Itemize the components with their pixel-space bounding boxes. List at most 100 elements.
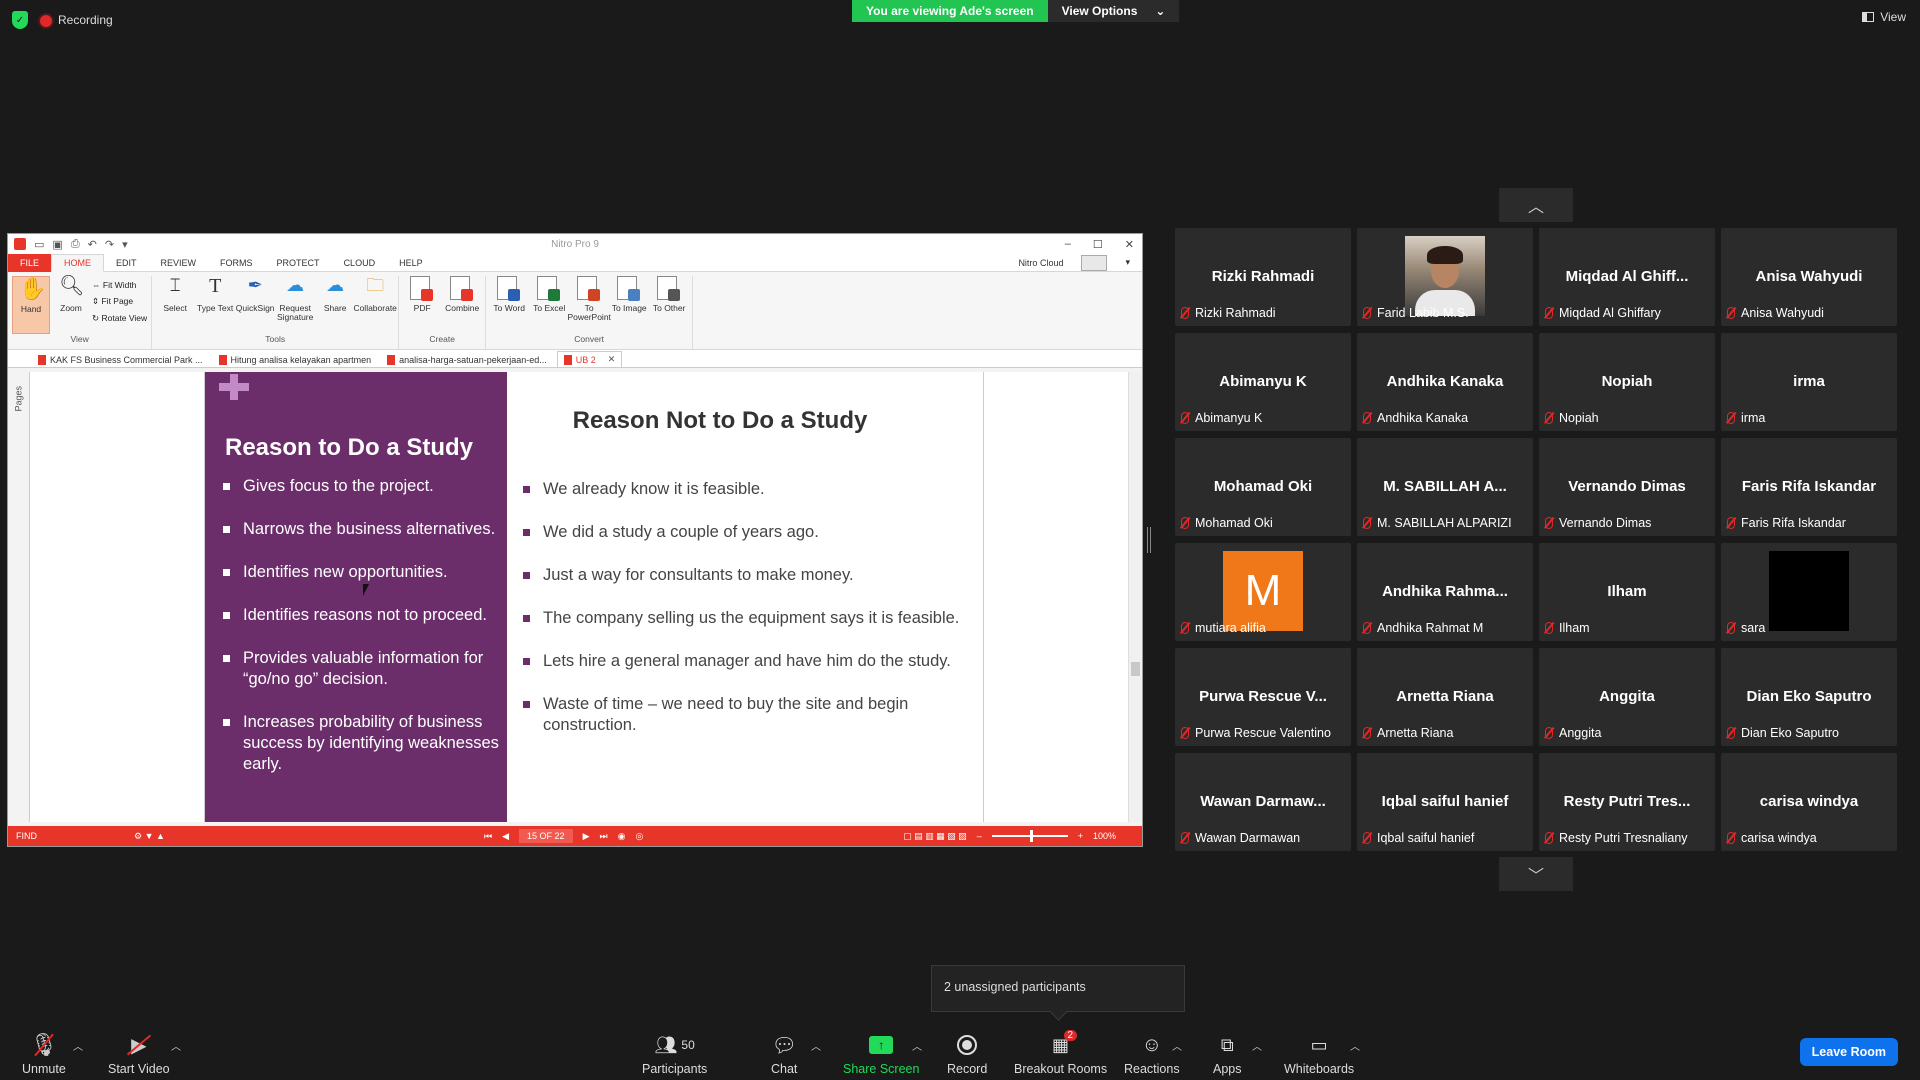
participant-tile[interactable]: sara	[1721, 543, 1897, 641]
tab-forms[interactable]: FORMS	[208, 258, 265, 268]
zoom-slider[interactable]	[991, 830, 1068, 842]
fit-page-button[interactable]: ⇕ Fit Page	[92, 296, 147, 307]
participant-tile[interactable]: Abimanyu K Abimanyu K	[1175, 333, 1351, 431]
split-view-handle[interactable]	[1147, 527, 1151, 553]
participant-tile[interactable]: carisa windya carisa windya	[1721, 753, 1897, 851]
participant-tile[interactable]: Mmutiara alifia	[1175, 543, 1351, 641]
tab-help[interactable]: HELP	[387, 258, 435, 268]
breakout-rooms-button[interactable]: ▦ 2 Breakout Rooms	[1014, 1030, 1107, 1076]
gallery-next-button[interactable]: ﹀	[1499, 857, 1573, 891]
vertical-scrollbar[interactable]	[1128, 372, 1142, 822]
pages-panel[interactable]: Pages	[8, 372, 30, 822]
gallery-prev-button[interactable]: ︿	[1499, 188, 1573, 222]
document-view[interactable]: Pages Reason to Do a Study Gives focus t…	[8, 372, 1142, 822]
participant-tile[interactable]: Vernando Dimas Vernando Dimas	[1539, 438, 1715, 536]
leave-room-button[interactable]: Leave Room	[1799, 1038, 1898, 1066]
to-excel-button[interactable]: To Excel	[530, 276, 568, 334]
participant-tile[interactable]: Farid Labib M.S.	[1357, 228, 1533, 326]
quicksign-button[interactable]: ✒ QuickSign	[236, 276, 275, 334]
participants-button[interactable]: 👥︎ 50 Participants	[642, 1032, 707, 1077]
whiteboard-options-caret[interactable]: ︿	[1350, 1038, 1360, 1053]
apps-options-caret[interactable]: ︿	[1252, 1038, 1262, 1053]
customize-icon[interactable]: ▾	[122, 238, 128, 251]
participant-tile[interactable]: Dian Eko Saputro Dian Eko Saputro	[1721, 648, 1897, 746]
zoom-button[interactable]: 🔍︎ Zoom	[52, 276, 90, 334]
unmute-button[interactable]: 🎙︎ Unmute	[22, 1032, 66, 1076]
settings-icon[interactable]: ⚙ ▼ ▲	[134, 831, 165, 842]
request-signature-button[interactable]: ☁ Request Signature	[276, 276, 314, 334]
redo-icon[interactable]: ↷	[105, 238, 114, 251]
fit-width-button[interactable]: ⇔ Fit Width	[92, 280, 147, 290]
reactions-options-caret[interactable]: ︿	[1172, 1038, 1182, 1053]
participant-tile[interactable]: M. SABILLAH A... M. SABILLAH ALPARIZI	[1357, 438, 1533, 536]
view-modes-icon[interactable]: ▢ ▤ ▥ ▦ ▧ ▨	[903, 831, 967, 842]
share-button[interactable]: ☁ Share	[316, 276, 354, 334]
type-text-button[interactable]: T Type Text	[196, 276, 234, 334]
doc-tab[interactable]: KAK FS Business Commercial Park ...	[32, 353, 209, 367]
to-other-button[interactable]: To Other	[650, 276, 688, 334]
scrollbar-thumb[interactable]	[1131, 662, 1140, 676]
zoom-out-icon[interactable]: –	[977, 831, 982, 841]
chat-options-caret[interactable]: ︿	[811, 1038, 821, 1053]
tab-edit[interactable]: EDIT	[104, 258, 149, 268]
recording-indicator[interactable]: Recording	[40, 13, 113, 27]
record-button[interactable]: Record	[947, 1032, 987, 1076]
tab-cloud[interactable]: CLOUD	[332, 258, 388, 268]
cloud-account[interactable]: Nitro Cloud ▾	[1006, 254, 1142, 271]
participant-tile[interactable]: Nopiah Nopiah	[1539, 333, 1715, 431]
share-screen-button[interactable]: ↑ Share Screen	[843, 1032, 919, 1076]
undo-icon[interactable]: ↶	[88, 238, 97, 251]
participant-tile[interactable]: Miqdad Al Ghiff... Miqdad Al Ghiffary	[1539, 228, 1715, 326]
doc-tab-active[interactable]: UB 2 ✕	[556, 351, 623, 367]
last-page-icon[interactable]: ⏭	[599, 831, 607, 842]
collaborate-button[interactable]: 🗀 Collaborate	[353, 276, 396, 334]
view-options-button[interactable]: View Options ⌄	[1047, 0, 1180, 22]
whiteboards-button[interactable]: ▭ Whiteboards	[1284, 1032, 1354, 1077]
back-icon[interactable]: ◉	[618, 831, 626, 842]
page-indicator[interactable]: 15 OF 22	[519, 829, 573, 843]
tab-review[interactable]: REVIEW	[149, 258, 209, 268]
participant-tile[interactable]: Faris Rifa Iskandar Faris Rifa Iskandar	[1721, 438, 1897, 536]
participant-tile[interactable]: Arnetta Riana Arnetta Riana	[1357, 648, 1533, 746]
doc-tab[interactable]: Hitung analisa kelayakan apartmen	[213, 353, 378, 367]
chat-button[interactable]: 💬︎ Chat	[771, 1032, 797, 1077]
participant-tile[interactable]: Mohamad Oki Mohamad Oki	[1175, 438, 1351, 536]
participant-tile[interactable]: Purwa Rescue V... Purwa Rescue Valentino	[1175, 648, 1351, 746]
share-options-caret[interactable]: ︿	[912, 1038, 922, 1053]
to-word-button[interactable]: To Word	[490, 276, 528, 334]
select-button[interactable]: ⌶ Select	[156, 276, 194, 334]
doc-tab[interactable]: analisa-harga-satuan-pekerjaan-ed...	[381, 353, 553, 367]
participant-tile[interactable]: Rizki Rahmadi Rizki Rahmadi	[1175, 228, 1351, 326]
participant-tile[interactable]: Anisa Wahyudi Anisa Wahyudi	[1721, 228, 1897, 326]
participant-tile[interactable]: Anggita Anggita	[1539, 648, 1715, 746]
close-icon[interactable]: ✕	[1125, 238, 1134, 251]
start-video-button[interactable]: ▶︎ Start Video	[108, 1032, 170, 1077]
tab-file[interactable]: FILE	[8, 253, 52, 272]
audio-options-caret[interactable]: ︿	[73, 1038, 83, 1053]
participant-tile[interactable]: Ilham Ilham	[1539, 543, 1715, 641]
view-button[interactable]: View	[1862, 10, 1906, 24]
combine-button[interactable]: Combine	[443, 276, 481, 334]
minimize-icon[interactable]: –	[1065, 238, 1071, 251]
open-icon[interactable]: ▭	[34, 238, 44, 251]
video-options-caret[interactable]: ︿	[171, 1038, 181, 1053]
rotate-view-button[interactable]: ↻ Rotate View	[92, 313, 147, 324]
print-icon[interactable]: ⎙	[71, 238, 80, 251]
participant-tile[interactable]: Andhika Kanaka Andhika Kanaka	[1357, 333, 1533, 431]
next-page-icon[interactable]: ▶	[583, 831, 590, 842]
participant-tile[interactable]: Resty Putri Tres... Resty Putri Tresnalia…	[1539, 753, 1715, 851]
forward-icon[interactable]: ◎	[635, 831, 643, 842]
tab-home[interactable]: HOME	[51, 253, 105, 272]
first-page-icon[interactable]: ⏮	[484, 831, 492, 842]
save-icon[interactable]: ▣	[52, 238, 62, 251]
participant-tile[interactable]: irma irma	[1721, 333, 1897, 431]
tab-protect[interactable]: PROTECT	[265, 258, 332, 268]
to-image-button[interactable]: To Image	[610, 276, 648, 334]
pdf-button[interactable]: PDF	[403, 276, 441, 334]
find-button[interactable]: FIND	[16, 831, 37, 841]
shield-icon[interactable]: ✓	[12, 11, 28, 29]
apps-button[interactable]: ⧉ Apps	[1213, 1032, 1242, 1077]
zoom-in-icon[interactable]: +	[1078, 831, 1083, 841]
to-powerpoint-button[interactable]: To PowerPoint	[567, 276, 611, 334]
maximize-icon[interactable]: ☐	[1093, 238, 1103, 251]
